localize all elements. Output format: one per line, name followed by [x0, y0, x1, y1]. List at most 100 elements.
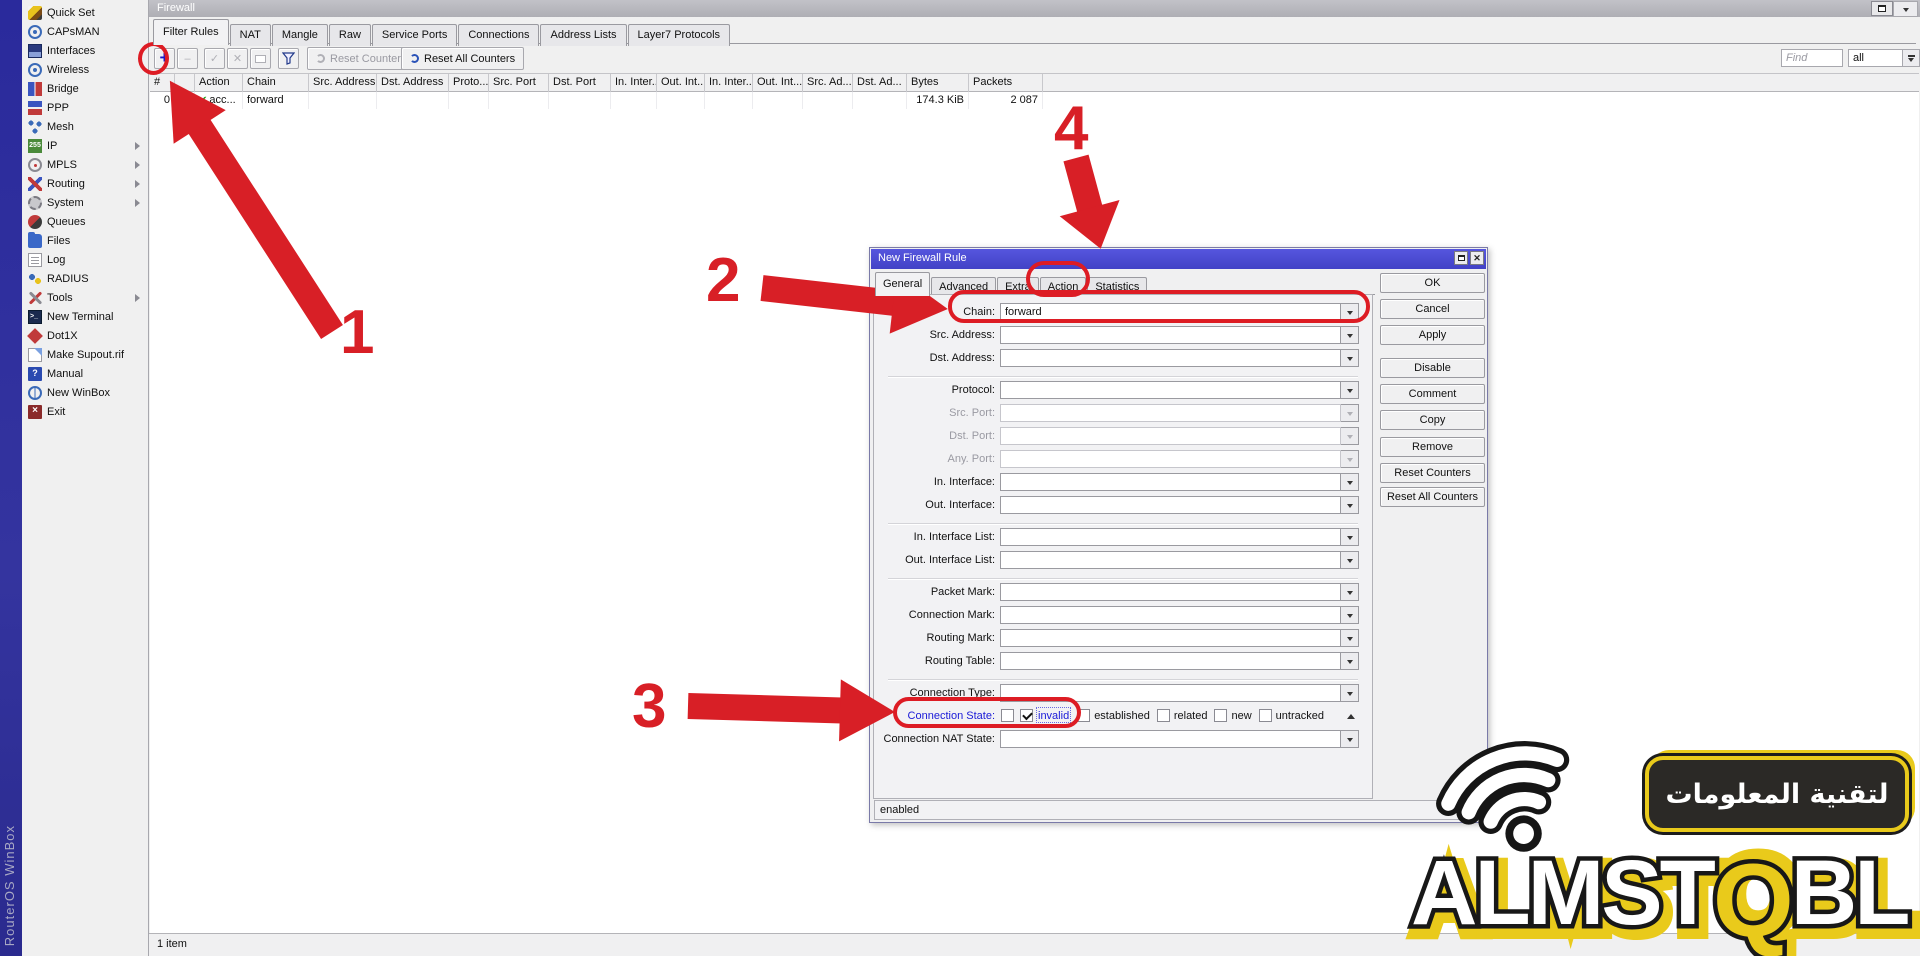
enable-rule-button[interactable]: ✓ [204, 48, 225, 69]
dropdown-button[interactable] [1341, 381, 1359, 399]
input-in-interface-list[interactable] [1000, 528, 1341, 546]
column-header-in-inter[interactable]: In. Inter... [611, 74, 657, 92]
reset-all-counters-button[interactable]: Reset All Counters [1380, 487, 1485, 507]
tab-layer7-protocols[interactable]: Layer7 Protocols [628, 24, 731, 46]
column-header-out-int[interactable]: Out. Int... [657, 74, 705, 92]
filter-scope-dropdown[interactable]: all [1848, 49, 1920, 67]
comment-button[interactable]: Comment [1380, 384, 1485, 404]
sidebar-item-make-supout-rif[interactable]: Make Supout.rif [22, 345, 148, 364]
sidebar-item-capsman[interactable]: CAPsMAN [22, 22, 148, 41]
column-header-chain[interactable]: Chain [243, 74, 309, 92]
column-header-src-address[interactable]: Src. Address [309, 74, 377, 92]
dropdown-button[interactable] [1341, 473, 1359, 491]
sidebar-item-manual[interactable]: Manual [22, 364, 148, 383]
remove-button[interactable]: Remove [1380, 437, 1485, 457]
sidebar-item-mesh[interactable]: Mesh [22, 117, 148, 136]
tab-address-lists[interactable]: Address Lists [540, 24, 626, 46]
firewall-window-titlebar[interactable]: Firewall [149, 0, 1920, 17]
tab-nat[interactable]: NAT [230, 24, 271, 46]
ok-button[interactable]: OK [1380, 273, 1485, 293]
sidebar-item-queues[interactable]: Queues [22, 212, 148, 231]
sidebar-item-interfaces[interactable]: Interfaces [22, 41, 148, 60]
sidebar-item-files[interactable]: Files [22, 231, 148, 250]
column-header-dst-address[interactable]: Dst. Address [377, 74, 449, 92]
column-header-proto[interactable]: Proto... [449, 74, 489, 92]
sidebar-item-radius[interactable]: RADIUS [22, 269, 148, 288]
disable-rule-button[interactable]: ✕ [227, 48, 248, 69]
dialog-restore-button[interactable] [1454, 251, 1468, 265]
input-out-interface[interactable] [1000, 496, 1341, 514]
input-src-address[interactable] [1000, 326, 1341, 344]
dropdown-button[interactable] [1341, 496, 1359, 514]
sidebar-item-exit[interactable]: Exit [22, 402, 148, 421]
sidebar-item-new-winbox[interactable]: New WinBox [22, 383, 148, 402]
table-row[interactable]: 0✔acc...forward174.3 KiB2 087 [150, 92, 1043, 109]
tab-connections[interactable]: Connections [458, 24, 539, 46]
input-src-port[interactable] [1000, 404, 1341, 422]
reset-all-counters-button[interactable]: Reset All Counters [401, 47, 524, 70]
tab-filter-rules[interactable]: Filter Rules [153, 19, 229, 45]
dropdown-button[interactable] [1341, 583, 1359, 601]
column-select-button[interactable] [1893, 1, 1918, 17]
column-header-src-port[interactable]: Src. Port [489, 74, 549, 92]
dropdown-button[interactable] [1341, 629, 1359, 647]
dropdown-button[interactable] [1341, 427, 1359, 445]
input-protocol[interactable] [1000, 381, 1341, 399]
dropdown-button[interactable] [1902, 50, 1919, 66]
sidebar-item-bridge[interactable]: Bridge [22, 79, 148, 98]
column-header-out-int[interactable]: Out. Int... [753, 74, 803, 92]
sidebar-item-ppp[interactable]: PPP [22, 98, 148, 117]
collapse-button[interactable] [1342, 707, 1360, 725]
dropdown-button[interactable] [1341, 450, 1359, 468]
dialog-tab-general[interactable]: General [875, 272, 930, 296]
input-in-interface[interactable] [1000, 473, 1341, 491]
apply-button[interactable]: Apply [1380, 325, 1485, 345]
copy-button[interactable]: Copy [1380, 410, 1485, 430]
sidebar-item-system[interactable]: System [22, 193, 148, 212]
checkbox-new[interactable] [1214, 709, 1227, 722]
dropdown-button[interactable] [1341, 730, 1359, 748]
column-header-dst-ad[interactable]: Dst. Ad... [853, 74, 907, 92]
input-routing-mark[interactable] [1000, 629, 1341, 647]
input-out-interface-list[interactable] [1000, 551, 1341, 569]
sidebar-item-dot1x[interactable]: Dot1X [22, 326, 148, 345]
checkbox-related[interactable] [1157, 709, 1170, 722]
sidebar-item-quick-set[interactable]: Quick Set [22, 3, 148, 22]
dropdown-button[interactable] [1341, 349, 1359, 367]
cancel-button[interactable]: Cancel [1380, 299, 1485, 319]
sidebar-item-tools[interactable]: Tools [22, 288, 148, 307]
sidebar-item-ip[interactable]: IP [22, 136, 148, 155]
window-restore-button[interactable] [1871, 1, 1893, 16]
column-header-dst-port[interactable]: Dst. Port [549, 74, 611, 92]
sidebar-item-wireless[interactable]: Wireless [22, 60, 148, 79]
sidebar-item-log[interactable]: Log [22, 250, 148, 269]
reset-counters-button[interactable]: Reset Counters [1380, 463, 1485, 483]
comment-button[interactable] [250, 48, 271, 69]
input-connection-mark[interactable] [1000, 606, 1341, 624]
tab-mangle[interactable]: Mangle [272, 24, 328, 46]
dropdown-button[interactable] [1341, 652, 1359, 670]
input-packet-mark[interactable] [1000, 583, 1341, 601]
column-header-src-ad[interactable]: Src. Ad... [803, 74, 853, 92]
dialog-titlebar[interactable]: New Firewall Rule [871, 249, 1486, 269]
input-dst-port[interactable] [1000, 427, 1341, 445]
filter-button[interactable] [278, 48, 299, 69]
column-header-bytes[interactable]: Bytes [907, 74, 969, 92]
find-input[interactable] [1781, 49, 1843, 67]
tab-service-ports[interactable]: Service Ports [372, 24, 457, 46]
dropdown-button[interactable] [1341, 326, 1359, 344]
reset-counters-button[interactable]: Reset Counters [307, 47, 415, 70]
input-routing-table[interactable] [1000, 652, 1341, 670]
sidebar-item-new-terminal[interactable]: New Terminal [22, 307, 148, 326]
dropdown-button[interactable] [1341, 551, 1359, 569]
column-header-packets[interactable]: Packets [969, 74, 1043, 92]
input-dst-address[interactable] [1000, 349, 1341, 367]
dropdown-button[interactable] [1341, 606, 1359, 624]
checkbox-untracked[interactable] [1259, 709, 1272, 722]
tab-raw[interactable]: Raw [329, 24, 371, 46]
input-connection-nat-state[interactable] [1000, 730, 1341, 748]
dropdown-button[interactable] [1341, 684, 1359, 702]
input-any-port[interactable] [1000, 450, 1341, 468]
dropdown-button[interactable] [1341, 528, 1359, 546]
sidebar-item-mpls[interactable]: MPLS [22, 155, 148, 174]
